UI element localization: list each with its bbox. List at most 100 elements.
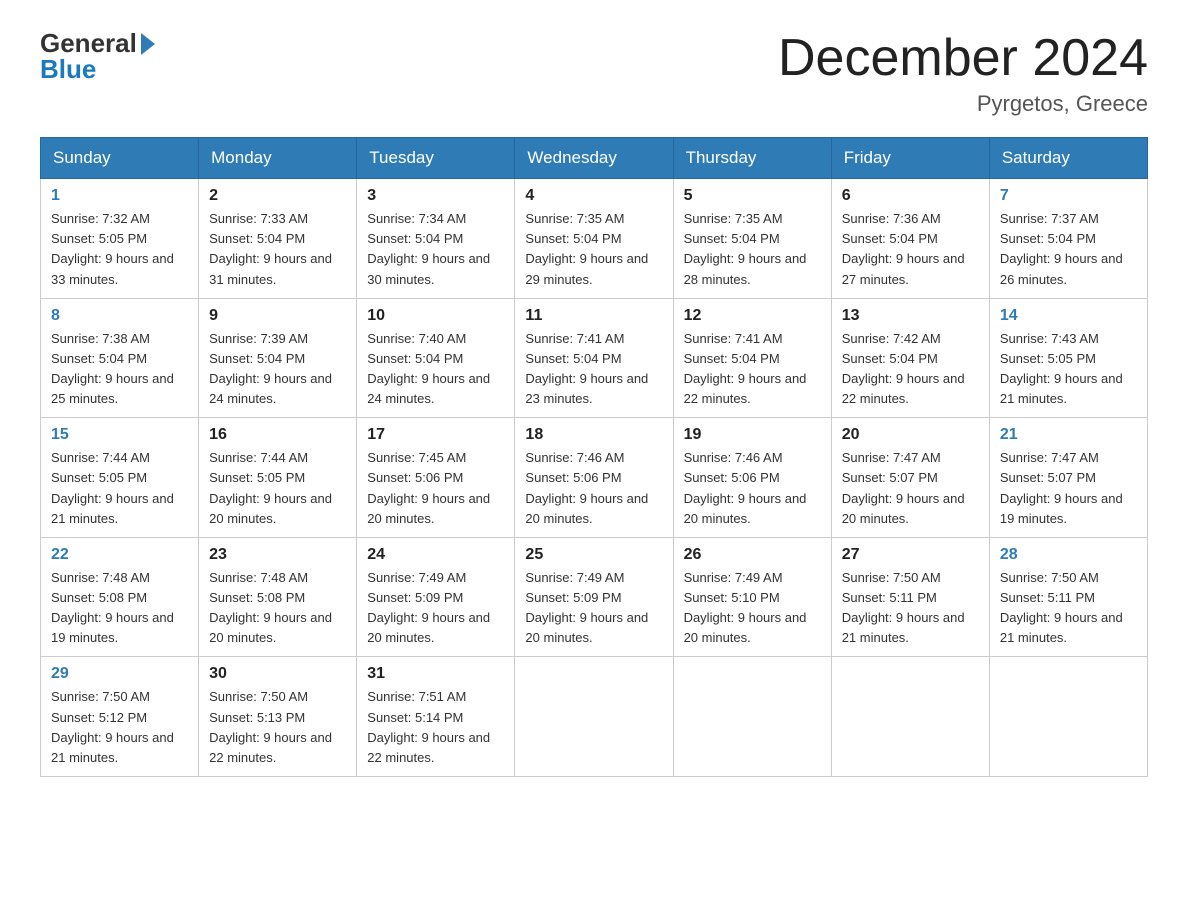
day-info: Sunrise: 7:39 AMSunset: 5:04 PMDaylight:… [209,329,346,410]
calendar-cell: 30Sunrise: 7:50 AMSunset: 5:13 PMDayligh… [199,657,357,777]
day-number: 13 [842,307,979,325]
calendar-cell: 15 Sunrise: 7:44 AMSunset: 5:05 PMDayligh… [41,418,199,538]
day-number: 20 [842,426,979,444]
day-info: Sunrise: 7:44 AMSunset: 5:05 PMDaylight:… [209,448,346,529]
day-number: 15 [51,426,188,444]
day-number: 10 [367,307,504,325]
day-info: Sunrise: 7:49 AMSunset: 5:09 PMDaylight:… [525,568,662,649]
day-info: Sunrise: 7:50 AMSunset: 5:12 PMDaylight:… [51,687,188,768]
day-info: Sunrise: 7:38 AMSunset: 5:04 PMDaylight:… [51,329,188,410]
day-info: Sunrise: 7:36 AMSunset: 5:04 PMDaylight:… [842,209,979,290]
title-block: December 2024 Pyrgetos, Greece [778,30,1148,117]
day-info: Sunrise: 7:32 AMSunset: 5:05 PMDaylight:… [51,209,188,290]
header-sunday: Sunday [41,138,199,179]
calendar-cell: 6 Sunrise: 7:36 AMSunset: 5:04 PMDaylight… [831,179,989,299]
calendar-cell: 18 Sunrise: 7:46 AMSunset: 5:06 PMDayligh… [515,418,673,538]
day-info: Sunrise: 7:49 AMSunset: 5:10 PMDaylight:… [684,568,821,649]
day-number: 12 [684,307,821,325]
calendar-cell: 31 Sunrise: 7:51 AMSunset: 5:14 PMDayligh… [357,657,515,777]
calendar-cell: 3 Sunrise: 7:34 AMSunset: 5:04 PMDaylight… [357,179,515,299]
day-info: Sunrise: 7:44 AMSunset: 5:05 PMDaylight:… [51,448,188,529]
calendar-week-row: 1 Sunrise: 7:32 AMSunset: 5:05 PMDaylight… [41,179,1148,299]
day-number: 21 [1000,426,1137,444]
header-thursday: Thursday [673,138,831,179]
day-number: 14 [1000,307,1137,325]
calendar-cell: 26 Sunrise: 7:49 AMSunset: 5:10 PMDayligh… [673,537,831,657]
day-number: 16 [209,426,346,444]
day-number: 27 [842,546,979,564]
day-number: 19 [684,426,821,444]
day-info: Sunrise: 7:40 AMSunset: 5:04 PMDaylight:… [367,329,504,410]
day-number: 31 [367,665,504,683]
day-number: 18 [525,426,662,444]
day-number: 24 [367,546,504,564]
calendar-cell: 25 Sunrise: 7:49 AMSunset: 5:09 PMDayligh… [515,537,673,657]
calendar-cell: 5 Sunrise: 7:35 AMSunset: 5:04 PMDaylight… [673,179,831,299]
calendar-cell [673,657,831,777]
day-number: 17 [367,426,504,444]
day-number: 1 [51,187,188,205]
calendar-cell: 11 Sunrise: 7:41 AMSunset: 5:04 PMDayligh… [515,298,673,418]
calendar-week-row: 15 Sunrise: 7:44 AMSunset: 5:05 PMDayligh… [41,418,1148,538]
day-number: 2 [209,187,346,205]
day-number: 23 [209,546,346,564]
calendar-cell [831,657,989,777]
logo-general-text: General [40,30,137,56]
day-info: Sunrise: 7:50 AMSunset: 5:11 PMDaylight:… [1000,568,1137,649]
day-info: Sunrise: 7:46 AMSunset: 5:06 PMDaylight:… [525,448,662,529]
location-text: Pyrgetos, Greece [778,91,1148,117]
month-title: December 2024 [778,30,1148,87]
calendar-week-row: 22 Sunrise: 7:48 AMSunset: 5:08 PMDayligh… [41,537,1148,657]
day-number: 26 [684,546,821,564]
calendar-cell: 1 Sunrise: 7:32 AMSunset: 5:05 PMDaylight… [41,179,199,299]
calendar-cell: 13Sunrise: 7:42 AMSunset: 5:04 PMDayligh… [831,298,989,418]
calendar-cell: 8Sunrise: 7:38 AMSunset: 5:04 PMDaylight… [41,298,199,418]
day-number: 22 [51,546,188,564]
day-number: 25 [525,546,662,564]
day-info: Sunrise: 7:50 AMSunset: 5:11 PMDaylight:… [842,568,979,649]
header-monday: Monday [199,138,357,179]
calendar-cell: 7Sunrise: 7:37 AMSunset: 5:04 PMDaylight… [989,179,1147,299]
logo-arrow-icon [141,33,155,55]
day-number: 4 [525,187,662,205]
calendar-cell: 27 Sunrise: 7:50 AMSunset: 5:11 PMDayligh… [831,537,989,657]
calendar-cell: 29Sunrise: 7:50 AMSunset: 5:12 PMDayligh… [41,657,199,777]
day-info: Sunrise: 7:48 AMSunset: 5:08 PMDaylight:… [209,568,346,649]
calendar-cell: 12 Sunrise: 7:41 AMSunset: 5:04 PMDayligh… [673,298,831,418]
day-number: 6 [842,187,979,205]
logo: General Blue [40,30,155,82]
day-info: Sunrise: 7:51 AMSunset: 5:14 PMDaylight:… [367,687,504,768]
day-info: Sunrise: 7:41 AMSunset: 5:04 PMDaylight:… [684,329,821,410]
day-number: 9 [209,307,346,325]
calendar-header-row: SundayMondayTuesdayWednesdayThursdayFrid… [41,138,1148,179]
header-friday: Friday [831,138,989,179]
day-info: Sunrise: 7:34 AMSunset: 5:04 PMDaylight:… [367,209,504,290]
logo-blue-text: Blue [40,56,96,82]
calendar-cell: 21 Sunrise: 7:47 AMSunset: 5:07 PMDayligh… [989,418,1147,538]
calendar-cell: 24 Sunrise: 7:49 AMSunset: 5:09 PMDayligh… [357,537,515,657]
day-info: Sunrise: 7:47 AMSunset: 5:07 PMDaylight:… [1000,448,1137,529]
calendar-cell: 4 Sunrise: 7:35 AMSunset: 5:04 PMDaylight… [515,179,673,299]
day-info: Sunrise: 7:46 AMSunset: 5:06 PMDaylight:… [684,448,821,529]
calendar-cell: 9 Sunrise: 7:39 AMSunset: 5:04 PMDaylight… [199,298,357,418]
day-info: Sunrise: 7:37 AMSunset: 5:04 PMDaylight:… [1000,209,1137,290]
calendar-week-row: 8Sunrise: 7:38 AMSunset: 5:04 PMDaylight… [41,298,1148,418]
day-info: Sunrise: 7:50 AMSunset: 5:13 PMDaylight:… [209,687,346,768]
calendar-cell: 2Sunrise: 7:33 AMSunset: 5:04 PMDaylight… [199,179,357,299]
calendar-cell: 20Sunrise: 7:47 AMSunset: 5:07 PMDayligh… [831,418,989,538]
day-number: 3 [367,187,504,205]
calendar-cell: 10 Sunrise: 7:40 AMSunset: 5:04 PMDayligh… [357,298,515,418]
day-info: Sunrise: 7:43 AMSunset: 5:05 PMDaylight:… [1000,329,1137,410]
day-info: Sunrise: 7:49 AMSunset: 5:09 PMDaylight:… [367,568,504,649]
calendar-cell [515,657,673,777]
calendar-cell: 28Sunrise: 7:50 AMSunset: 5:11 PMDayligh… [989,537,1147,657]
day-info: Sunrise: 7:35 AMSunset: 5:04 PMDaylight:… [684,209,821,290]
day-info: Sunrise: 7:48 AMSunset: 5:08 PMDaylight:… [51,568,188,649]
calendar-week-row: 29Sunrise: 7:50 AMSunset: 5:12 PMDayligh… [41,657,1148,777]
day-info: Sunrise: 7:35 AMSunset: 5:04 PMDaylight:… [525,209,662,290]
calendar-cell [989,657,1147,777]
day-info: Sunrise: 7:41 AMSunset: 5:04 PMDaylight:… [525,329,662,410]
calendar-cell: 19 Sunrise: 7:46 AMSunset: 5:06 PMDayligh… [673,418,831,538]
day-number: 11 [525,307,662,325]
day-number: 5 [684,187,821,205]
